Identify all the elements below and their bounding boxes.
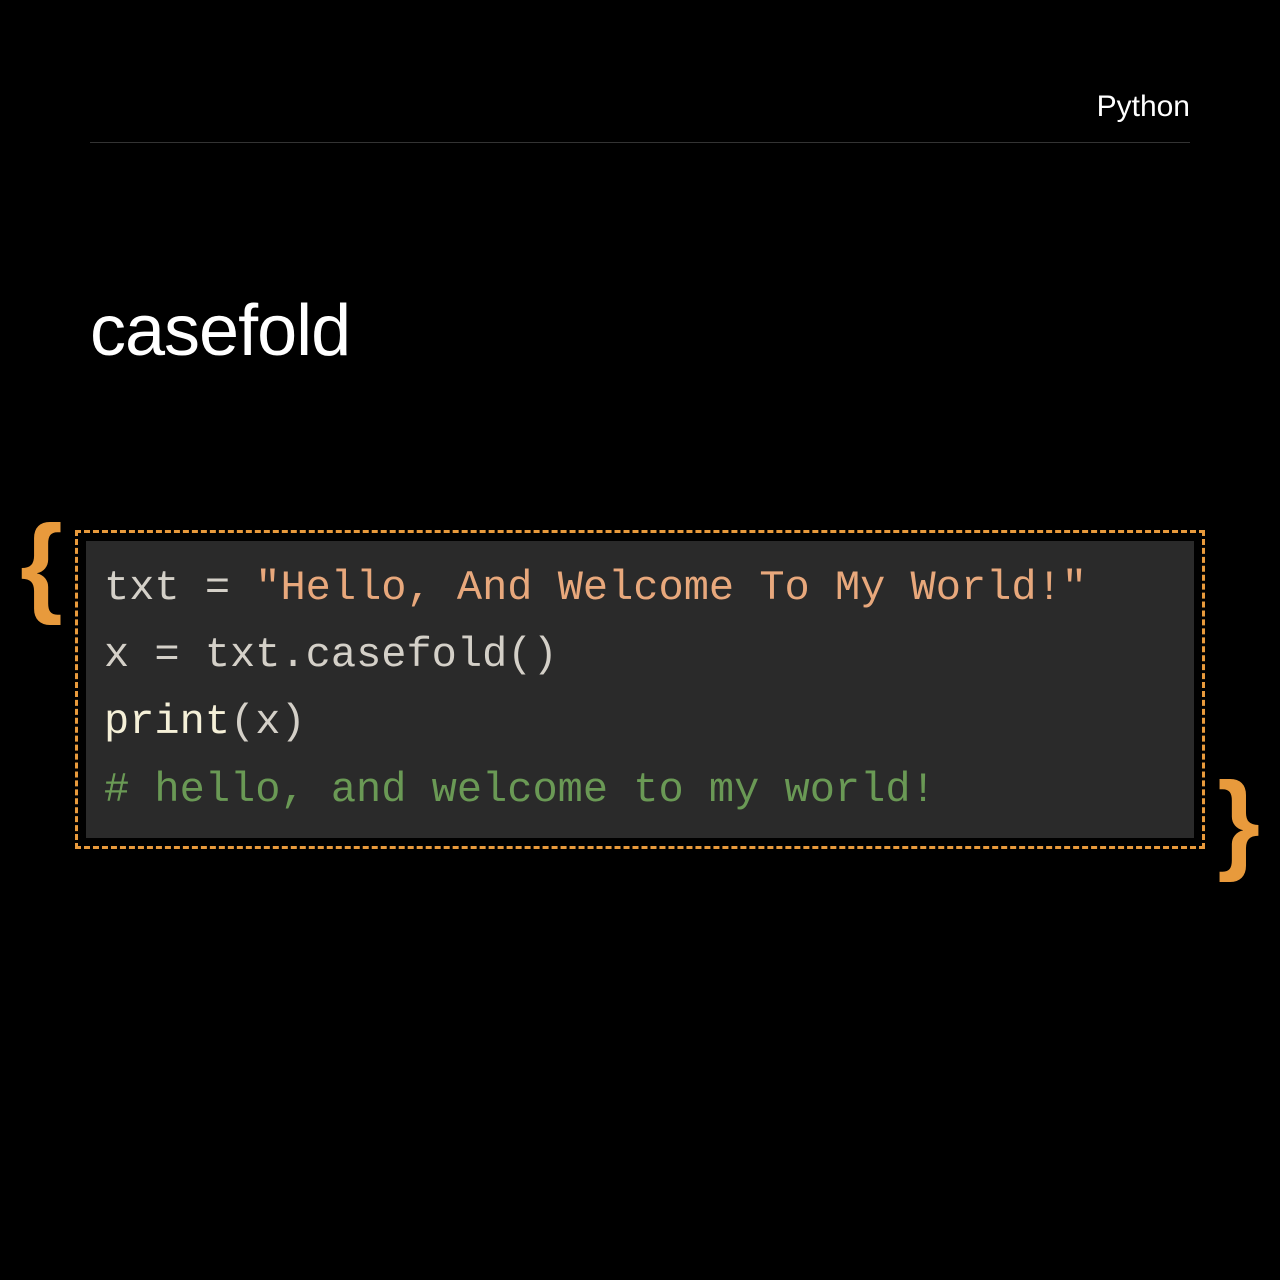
code-variable: x xyxy=(104,631,129,679)
code-comment: # hello, and welcome to my world! xyxy=(104,766,936,814)
brace-open-icon: { xyxy=(20,510,63,620)
code-argument: x xyxy=(255,698,280,746)
code-string: "Hello, And Welcome To My World!" xyxy=(255,564,1087,612)
code-line-1: txt = "Hello, And Welcome To My World!" xyxy=(104,555,1176,622)
code-line-2: x = txt.casefold() xyxy=(104,622,1176,689)
code-punct: ( xyxy=(230,698,255,746)
code-box: txt = "Hello, And Welcome To My World!" … xyxy=(75,530,1205,849)
code-line-4: # hello, and welcome to my world! xyxy=(104,757,1176,824)
code-variable: txt xyxy=(104,564,180,612)
code-block: txt = "Hello, And Welcome To My World!" … xyxy=(86,541,1194,838)
code-punct: ) xyxy=(280,698,305,746)
code-expression: txt.casefold() xyxy=(205,631,558,679)
language-label: Python xyxy=(1097,90,1190,124)
code-operator: = xyxy=(180,564,256,612)
brace-close-icon: } xyxy=(1217,767,1260,877)
code-operator: = xyxy=(129,631,205,679)
code-function: print xyxy=(104,698,230,746)
code-container: { txt = "Hello, And Welcome To My World!… xyxy=(75,530,1205,849)
header-bar: Python xyxy=(90,90,1190,143)
page-title: casefold xyxy=(90,290,350,372)
code-line-3: print(x) xyxy=(104,689,1176,756)
